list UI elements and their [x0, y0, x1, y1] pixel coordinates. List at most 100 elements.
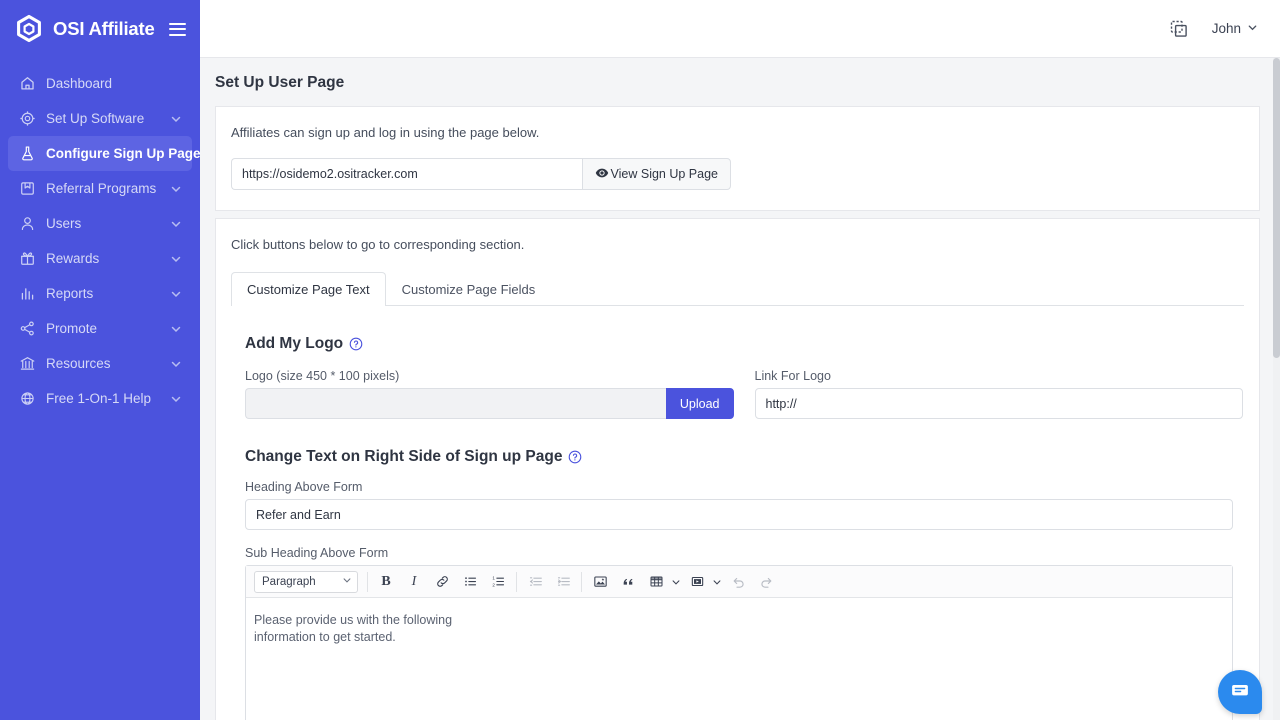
numbered-list-button[interactable]: 1 2: [487, 571, 509, 593]
chevron-down-icon: [170, 113, 182, 125]
svg-text:1: 1: [492, 576, 495, 581]
sidebar-item-reports[interactable]: Reports: [8, 276, 192, 311]
bar-chart-icon: [18, 285, 36, 303]
logo-file-label: Logo (size 450 * 100 pixels): [245, 369, 734, 383]
help-circle-icon[interactable]: [568, 450, 582, 464]
link-button[interactable]: [431, 571, 453, 593]
chat-bubble-icon: [1229, 679, 1251, 706]
home-icon: [18, 75, 36, 93]
sidebar-item-label: Rewards: [46, 251, 170, 266]
sidebar-item-label: Promote: [46, 321, 170, 336]
sub-heading-rich-text-editor: Paragraph B I: [245, 565, 1233, 720]
sidebar-item-label: Dashboard: [46, 76, 182, 91]
indent-button[interactable]: [552, 571, 574, 593]
sidebar-item-configure-sign-up-page[interactable]: Configure Sign Up Page: [8, 136, 192, 171]
blockquote-button[interactable]: [617, 571, 639, 593]
editor-content-area[interactable]: Please provide us with the following inf…: [246, 598, 1232, 720]
change-text-heading: Change Text on Right Side of Sign up Pag…: [245, 448, 1244, 466]
add-my-logo-label: Add My Logo: [245, 335, 343, 353]
sidebar-item-promote[interactable]: Promote: [8, 311, 192, 346]
chevron-down-icon: [170, 393, 182, 405]
customize-page-card: Click buttons below to go to correspondi…: [215, 218, 1260, 720]
sidebar-item-referral-programs[interactable]: Referral Programs: [8, 171, 192, 206]
toolbar-divider: [581, 572, 582, 592]
sidebar-item-label: Set Up Software: [46, 111, 170, 126]
hamburger-menu-icon[interactable]: [169, 23, 186, 36]
view-sign-up-page-label: View Sign Up Page: [611, 167, 718, 181]
sidebar-item-label: Resources: [46, 356, 170, 371]
chevron-down-icon: [170, 183, 182, 195]
sidebar-item-dashboard[interactable]: Dashboard: [8, 66, 192, 101]
gift-icon: [18, 250, 36, 268]
sidebar-item-rewards[interactable]: Rewards: [8, 241, 192, 276]
sidebar-item-label: Configure Sign Up Page: [46, 146, 200, 161]
toolbar-divider: [516, 572, 517, 592]
outdent-button[interactable]: [524, 571, 546, 593]
sidebar-nav: Dashboard Set Up Software Configure: [0, 66, 200, 416]
share-nodes-icon: [18, 320, 36, 338]
tab-customize-page-fields[interactable]: Customize Page Fields: [386, 272, 552, 306]
chevron-down-icon: [170, 253, 182, 265]
user-icon: [18, 215, 36, 233]
page-scrollbar[interactable]: [1273, 58, 1280, 720]
upload-button[interactable]: Upload: [666, 388, 734, 419]
hexagon-logo-icon: [14, 14, 44, 44]
sidebar-item-label: Users: [46, 216, 170, 231]
chat-widget-button[interactable]: [1218, 670, 1262, 714]
sub-heading-above-form-label: Sub Heading Above Form: [245, 546, 1244, 560]
editor-paragraph-line-2: information to get started.: [254, 629, 454, 646]
heading-above-form-label: Heading Above Form: [245, 480, 1244, 494]
sidebar-item-resources[interactable]: Resources: [8, 346, 192, 381]
italic-button[interactable]: I: [403, 571, 425, 593]
sidebar-item-set-up-software[interactable]: Set Up Software: [8, 101, 192, 136]
heading-above-form-input[interactable]: [245, 499, 1233, 530]
main-content: Set Up User Page Affiliates can sign up …: [200, 58, 1280, 720]
page-tabs: Customize Page Text Customize Page Field…: [231, 272, 1244, 306]
chevron-down-icon: [1247, 21, 1258, 36]
link-for-logo-input[interactable]: [755, 388, 1244, 419]
editor-toolbar: Paragraph B I: [246, 566, 1232, 598]
chevron-down-icon: [170, 323, 182, 335]
logo-upload-row: Upload: [245, 388, 734, 419]
page-scrollbar-thumb[interactable]: [1273, 58, 1280, 358]
change-text-label: Change Text on Right Side of Sign up Pag…: [245, 448, 562, 466]
sidebar-item-label: Reports: [46, 286, 170, 301]
brand-name: OSI Affiliate: [53, 18, 160, 40]
table-options-chevron-down-icon[interactable]: [669, 571, 682, 593]
section-hint: Click buttons below to go to correspondi…: [231, 237, 1244, 252]
block-format-select[interactable]: Paragraph: [254, 571, 358, 593]
undo-button[interactable]: [727, 571, 749, 593]
view-sign-up-page-button[interactable]: View Sign Up Page: [582, 158, 731, 190]
tab-customize-page-text[interactable]: Customize Page Text: [231, 272, 386, 306]
editor-paragraph-line-1: Please provide us with the following: [254, 612, 454, 629]
svg-text:2: 2: [492, 583, 495, 588]
help-circle-icon[interactable]: [349, 337, 363, 351]
gear-icon: [18, 110, 36, 128]
flask-icon: [18, 145, 36, 163]
chevron-down-icon: [170, 358, 182, 370]
duplicate-icon[interactable]: [1168, 18, 1190, 40]
insert-image-button[interactable]: [589, 571, 611, 593]
bullet-list-button[interactable]: [459, 571, 481, 593]
bank-icon: [18, 355, 36, 373]
globe-icon: [18, 390, 36, 408]
media-options-chevron-down-icon[interactable]: [710, 571, 723, 593]
add-my-logo-heading: Add My Logo: [245, 335, 1244, 353]
redo-button[interactable]: [755, 571, 777, 593]
user-name-label: John: [1212, 21, 1241, 36]
user-menu[interactable]: John: [1212, 21, 1258, 36]
chevron-down-icon: [170, 288, 182, 300]
sign-up-url-input[interactable]: [231, 158, 582, 190]
page-title: Set Up User Page: [200, 58, 1280, 106]
sidebar-item-users[interactable]: Users: [8, 206, 192, 241]
insert-table-button[interactable]: [645, 571, 667, 593]
sidebar-item-label: Referral Programs: [46, 181, 170, 196]
toolbar-divider: [367, 572, 368, 592]
chevron-down-icon: [170, 218, 182, 230]
sidebar-item-label: Free 1-On-1 Help: [46, 391, 170, 406]
insert-media-button[interactable]: [686, 571, 708, 593]
sidebar-item-free-1-on-1-help[interactable]: Free 1-On-1 Help: [8, 381, 192, 416]
logo-file-input[interactable]: [245, 388, 666, 419]
bold-button[interactable]: B: [375, 571, 397, 593]
archive-icon: [18, 180, 36, 198]
